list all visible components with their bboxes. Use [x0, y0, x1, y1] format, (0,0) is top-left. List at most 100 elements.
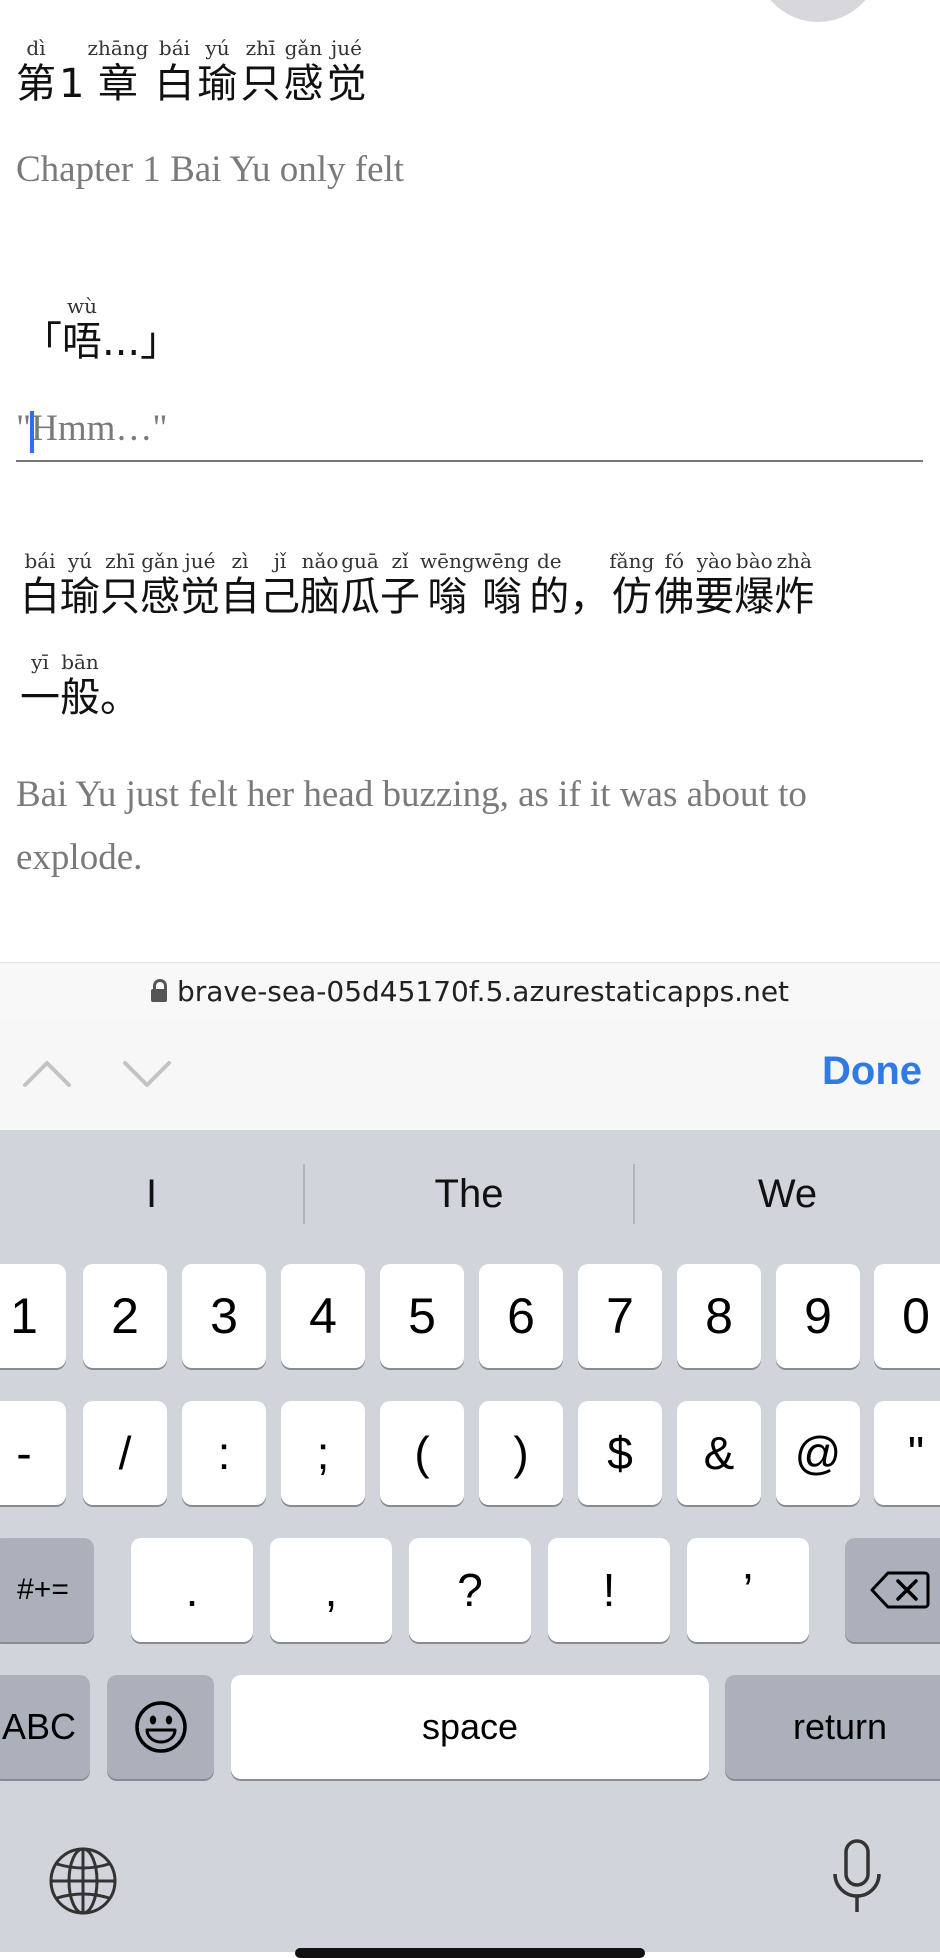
punctuation-key[interactable]: !	[548, 1538, 670, 1642]
ruby-char: fó 佛	[654, 549, 694, 621]
ruby-char: wù 唔	[62, 294, 102, 366]
chevron-up-icon[interactable]	[22, 1049, 72, 1099]
pinyin-text: wù	[67, 294, 97, 318]
hanzi-text: 仿	[611, 574, 652, 620]
hanzi-text: 要	[694, 574, 735, 620]
pinyin-text: wēng	[474, 549, 530, 573]
pinyin-text: yī	[31, 650, 49, 674]
pinyin-text: bào	[735, 549, 773, 573]
emoji-icon	[134, 1701, 187, 1753]
ruby-char: dì 第	[16, 36, 56, 108]
hanzi-text: 爆	[734, 574, 775, 620]
ruby-char: wēng 嗡	[420, 549, 475, 621]
number-key[interactable]: 6	[479, 1264, 563, 1368]
ruby-char: zhà 炸	[774, 549, 814, 621]
ruby-char: jué 觉	[326, 36, 366, 108]
symbol-key[interactable]: @	[776, 1401, 860, 1505]
hanzi-text: 嗡	[427, 574, 468, 620]
suggestion-3[interactable]: We	[635, 1130, 940, 1258]
backspace-key[interactable]	[845, 1538, 940, 1642]
ruby-char: jǐ 己	[260, 549, 300, 621]
suggestion-1[interactable]: I	[0, 1130, 303, 1258]
keyboard-accessory-bar: Done	[0, 1019, 940, 1130]
hanzi-text: 觉	[326, 61, 367, 107]
ruby-char: gǎn 感	[283, 36, 323, 108]
number-key[interactable]: 7	[578, 1264, 662, 1368]
lock-icon	[150, 978, 167, 1002]
symbol-key[interactable]: (	[380, 1401, 464, 1505]
pinyin-text: zhà	[776, 549, 812, 573]
hanzi-text: 觉	[180, 574, 220, 620]
symbol-key[interactable]: &	[677, 1401, 761, 1505]
hanzi-text: 自	[220, 574, 260, 620]
ruby-char: bái 白	[20, 549, 60, 621]
pinyin-text: zì	[231, 549, 249, 573]
number-key[interactable]: 5	[380, 1264, 464, 1368]
pinyin-text: bái	[158, 36, 191, 60]
ruby-char: ，	[569, 549, 609, 621]
pinyin-text: gǎn	[284, 36, 323, 60]
punctuation-key[interactable]: ?	[409, 1538, 531, 1642]
globe-icon[interactable]	[48, 1846, 118, 1916]
number-key[interactable]: 9	[776, 1264, 860, 1368]
ruby-char: wēng 嗡	[475, 549, 530, 621]
ruby-char: yī 一	[20, 650, 60, 722]
ruby-char: zhī 只	[240, 36, 280, 108]
chevron-down-icon[interactable]	[122, 1049, 172, 1099]
hanzi-text: 瑜	[197, 61, 238, 107]
translation-line: explode.	[16, 837, 143, 878]
symbol-key[interactable]: )	[479, 1401, 563, 1505]
symbol-key[interactable]: :	[182, 1401, 266, 1505]
punctuation-key[interactable]: ,	[270, 1538, 392, 1642]
url-text[interactable]: brave-sea-05d45170f.5.azurestaticapps.ne…	[177, 975, 789, 1008]
hanzi-text: 瑜	[60, 574, 100, 620]
floating-button[interactable]	[756, 0, 880, 22]
symbol-key[interactable]: "	[874, 1401, 940, 1505]
ruby-char: 「	[22, 294, 62, 366]
hanzi-text: 般	[60, 675, 100, 721]
hanzi-text: 己	[260, 574, 300, 620]
done-button[interactable]: Done	[822, 1049, 922, 1094]
suggestion-2[interactable]: The	[305, 1130, 633, 1258]
symbol-key[interactable]: ;	[281, 1401, 365, 1505]
sentence-2-translation: Bai Yu just felt her head buzzing, as if…	[16, 763, 916, 889]
hanzi-text: 1	[59, 61, 85, 107]
hanzi-text: 白	[20, 574, 60, 620]
space-key[interactable]: space	[231, 1675, 709, 1779]
hanzi-text: 章	[97, 61, 138, 107]
more-symbols-key[interactable]: #+=	[0, 1538, 94, 1642]
number-key[interactable]: 8	[677, 1264, 761, 1368]
ruby-char: de 的	[529, 549, 569, 621]
microphone-icon[interactable]	[830, 1838, 884, 1918]
pinyin-text: zhī	[245, 36, 276, 60]
ruby-char: yú 瑜	[60, 549, 100, 621]
pinyin-text: jǐ	[273, 549, 287, 573]
number-key[interactable]: 3	[182, 1264, 266, 1368]
url-bar[interactable]: brave-sea-05d45170f.5.azurestaticapps.ne…	[0, 962, 940, 1020]
symbol-key[interactable]: /	[83, 1401, 167, 1505]
hanzi-text: ，	[569, 574, 610, 620]
return-key[interactable]: return	[725, 1675, 940, 1779]
pinyin-text: yào	[696, 549, 732, 573]
translation-input-value[interactable]: "Hmm…"	[16, 403, 923, 455]
ruby-char: fǎng 仿	[609, 549, 654, 621]
pinyin-text: jué	[184, 549, 216, 573]
symbol-key[interactable]: -	[0, 1401, 66, 1505]
sentence-1: 「wù 唔...」	[22, 294, 180, 366]
abc-key[interactable]: ABC	[0, 1675, 90, 1779]
emoji-key[interactable]	[107, 1675, 214, 1779]
punctuation-key[interactable]: ’	[687, 1538, 809, 1642]
punctuation-key[interactable]: .	[131, 1538, 253, 1642]
hanzi-text: 只	[100, 574, 140, 620]
symbol-key[interactable]: $	[578, 1401, 662, 1505]
pinyin-text: zhāng	[87, 36, 149, 60]
hanzi-text: 炸	[774, 574, 815, 620]
translation-input[interactable]: "Hmm…"	[16, 403, 923, 462]
hanzi-text: 的	[529, 574, 570, 620]
pinyin-text: bān	[61, 650, 99, 674]
number-key[interactable]: 1	[0, 1264, 66, 1368]
text-caret	[30, 411, 34, 453]
number-key[interactable]: 0	[874, 1264, 940, 1368]
number-key[interactable]: 2	[83, 1264, 167, 1368]
number-key[interactable]: 4	[281, 1264, 365, 1368]
